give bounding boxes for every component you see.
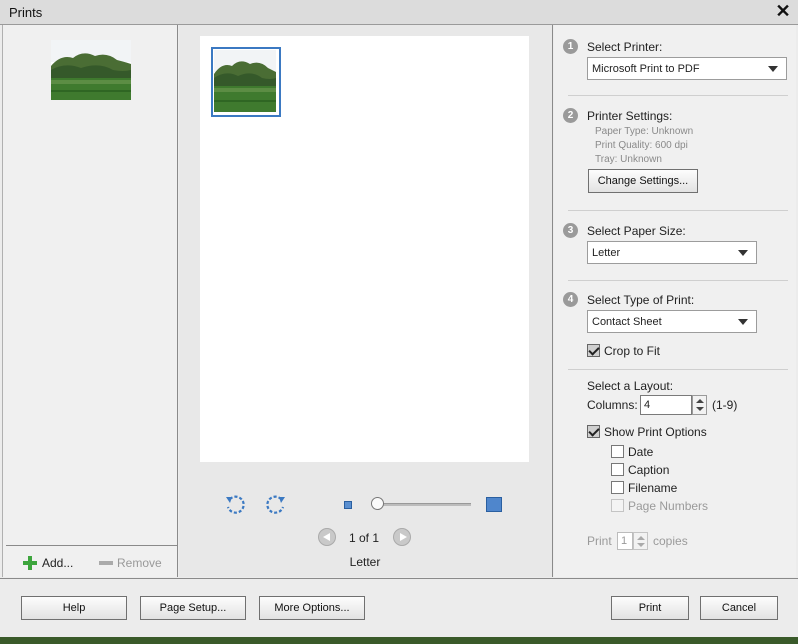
rotate-right-icon[interactable] — [265, 494, 287, 516]
landscape-photo-image — [214, 50, 276, 112]
step-number: 4 — [563, 292, 578, 307]
crop-to-fit-checkbox[interactable] — [587, 344, 600, 357]
landscape-photo-image — [51, 40, 131, 100]
paper-size-heading: Select Paper Size: — [587, 224, 686, 238]
photo-thumbnail[interactable] — [51, 40, 131, 100]
filename-checkbox[interactable] — [611, 481, 624, 494]
copies-input[interactable]: 1 — [617, 532, 633, 550]
title-bar: Prints ✕ — [0, 0, 798, 25]
copies-stepper[interactable] — [633, 532, 648, 550]
show-print-options-checkbox[interactable] — [587, 425, 600, 438]
caption-checkbox[interactable] — [611, 463, 624, 476]
section-divider — [568, 210, 788, 211]
previous-page-button[interactable] — [318, 528, 336, 546]
add-label: Add... — [42, 556, 74, 570]
change-settings-button[interactable]: Change Settings... — [588, 169, 698, 193]
help-button[interactable]: Help — [21, 596, 127, 620]
page-indicator: 1 of 1 — [348, 531, 380, 545]
more-options-button[interactable]: More Options... — [259, 596, 365, 620]
cancel-button[interactable]: Cancel — [700, 596, 778, 620]
copies-suffix: copies — [653, 534, 688, 548]
paper-size-label: Letter — [349, 555, 381, 569]
printer-select-value: Microsoft Print to PDF — [592, 63, 700, 75]
spin-down-icon — [637, 543, 645, 547]
spin-up-icon — [696, 399, 704, 403]
date-label: Date — [628, 445, 654, 459]
page-setup-button[interactable]: Page Setup... — [140, 596, 246, 620]
left-panel-divider — [6, 545, 178, 546]
columns-label: Columns: — [587, 398, 638, 412]
layout-heading: Select a Layout: — [587, 379, 674, 393]
step-number: 1 — [563, 39, 578, 54]
section-divider — [568, 369, 788, 370]
remove-icon — [99, 561, 113, 565]
zoom-slider-track[interactable] — [374, 503, 471, 506]
page-preview — [200, 36, 529, 462]
print-type-select[interactable]: Contact Sheet — [587, 310, 757, 333]
print-button[interactable]: Print — [611, 596, 689, 620]
spin-down-icon — [696, 407, 704, 411]
print-type-value: Contact Sheet — [592, 316, 662, 328]
settings-panel: 1 Select Printer: Microsoft Print to PDF… — [554, 25, 796, 577]
chevron-down-icon — [738, 319, 748, 325]
zoom-slider-handle[interactable] — [371, 497, 384, 510]
page-numbers-label: Page Numbers — [628, 499, 709, 513]
remove-label: Remove — [117, 556, 162, 570]
date-checkbox[interactable] — [611, 445, 624, 458]
chevron-down-icon — [768, 66, 778, 72]
window-title: Prints — [9, 5, 43, 20]
tray-info: Tray: Unknown — [595, 154, 662, 165]
paper-type-info: Paper Type: Unknown — [595, 126, 694, 137]
contact-sheet-photo[interactable] — [211, 47, 281, 117]
dialog-footer: Help Page Setup... More Options... Print… — [0, 578, 798, 637]
print-quality-info: Print Quality: 600 dpi — [595, 140, 688, 151]
show-print-options-label: Show Print Options — [604, 425, 707, 439]
copies-prefix: Print — [587, 534, 612, 548]
filename-label: Filename — [628, 481, 678, 495]
columns-range: (1-9) — [712, 398, 738, 412]
zoom-in-icon[interactable] — [486, 497, 502, 512]
background-strip — [0, 637, 798, 644]
add-icon — [23, 556, 37, 570]
section-divider — [568, 95, 788, 96]
add-photo-button[interactable]: Add... — [23, 554, 73, 572]
printer-settings-heading: Printer Settings: — [587, 109, 673, 123]
step-number: 2 — [563, 108, 578, 123]
next-page-button[interactable] — [393, 528, 411, 546]
print-type-heading: Select Type of Print: — [587, 293, 695, 307]
spin-up-icon — [637, 536, 645, 540]
remove-photo-button[interactable]: Remove — [99, 554, 162, 572]
crop-to-fit-label: Crop to Fit — [604, 344, 661, 358]
section-divider — [568, 280, 788, 281]
step-number: 3 — [563, 223, 578, 238]
printer-select[interactable]: Microsoft Print to PDF — [587, 57, 787, 80]
columns-input[interactable]: 4 — [640, 395, 692, 415]
close-icon[interactable]: ✕ — [774, 2, 792, 20]
paper-size-select[interactable]: Letter — [587, 241, 757, 264]
page-numbers-checkbox[interactable] — [611, 499, 624, 512]
paper-size-value: Letter — [592, 247, 621, 259]
chevron-down-icon — [738, 250, 748, 256]
columns-stepper[interactable] — [692, 395, 707, 415]
photo-list-panel: Add... Remove — [2, 25, 178, 577]
zoom-out-icon[interactable] — [344, 501, 352, 509]
rotate-left-icon[interactable] — [224, 494, 246, 516]
caption-label: Caption — [628, 463, 670, 477]
select-printer-heading: Select Printer: — [587, 40, 663, 54]
preview-panel: 1 of 1 Letter — [179, 25, 553, 577]
